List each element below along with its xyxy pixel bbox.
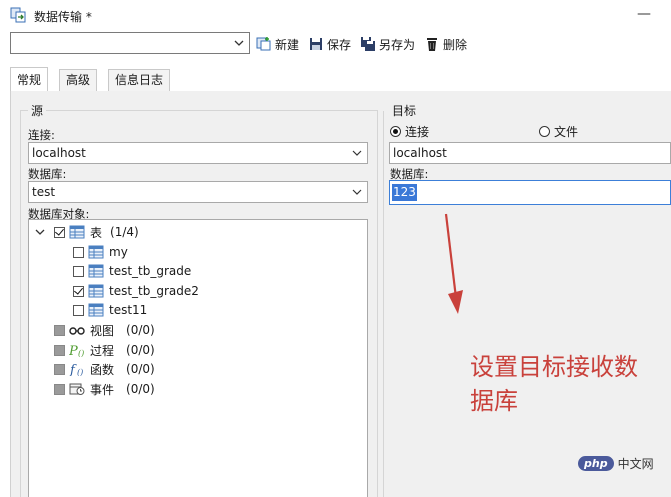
svg-text:(): () [77, 368, 83, 376]
table-icon [88, 245, 104, 259]
functions-label: 函数 [90, 362, 115, 377]
views-label: 视图 [90, 323, 115, 338]
annotation-line: 设置目标接收数 [470, 353, 638, 381]
procedures-checkbox[interactable] [54, 344, 65, 356]
target-file-radio-label: 文件 [554, 125, 579, 139]
source-title: 源 [28, 102, 47, 119]
source-connection-value: localhost [32, 146, 86, 160]
tree-node-procedures[interactable]: P() 过程 (0/0) [54, 341, 155, 359]
save-label: 保存 [327, 37, 352, 52]
table-icon [69, 225, 85, 239]
collapse-chevron-icon[interactable] [34, 226, 46, 238]
function-icon: f() [69, 363, 83, 376]
tree-item-table[interactable]: test11 [73, 301, 147, 319]
tab-bar: 常规 高级 信息日志 [10, 67, 671, 92]
tables-checkbox[interactable] [54, 226, 65, 238]
events-checkbox[interactable] [54, 383, 65, 395]
new-icon [256, 37, 271, 51]
tree-item-table[interactable]: test_tb_grade2 [73, 282, 199, 300]
save-as-button[interactable]: 另存为 [360, 34, 415, 54]
views-count: (0/0) [126, 323, 155, 337]
tree-node-events[interactable]: 事件 (0/0) [54, 380, 155, 398]
tree-node-functions[interactable]: f() 函数 (0/0) [54, 360, 155, 378]
table-icon [88, 303, 104, 317]
target-connection-radio[interactable]: 连接 [390, 123, 429, 140]
target-file-radio[interactable]: 文件 [539, 123, 578, 140]
tables-label: 表 [90, 225, 103, 240]
tree-item-table[interactable]: test_tb_grade [73, 262, 191, 280]
svg-text:f: f [69, 363, 77, 376]
source-database-value: test [32, 185, 56, 199]
data-transfer-app-icon [10, 7, 26, 23]
delete-button[interactable]: 删除 [424, 34, 467, 54]
table-name: test11 [109, 303, 148, 317]
target-title: 目标 [392, 102, 417, 119]
watermark: php 中文网 [578, 455, 654, 472]
table-name: my [109, 245, 128, 259]
save-icon [310, 38, 322, 50]
window-title: 数据传输 * [34, 10, 92, 24]
watermark-badge: php [578, 456, 614, 471]
tables-count: (1/4) [110, 225, 139, 239]
table-checkbox[interactable] [73, 246, 84, 258]
source-connection-select[interactable]: localhost [28, 142, 368, 164]
procedure-icon: P() [69, 344, 84, 357]
trash-icon [427, 38, 437, 51]
radio-button-unchecked[interactable] [539, 126, 550, 137]
procedures-label: 过程 [90, 343, 115, 358]
functions-count: (0/0) [126, 362, 155, 376]
tree-node-views[interactable]: 视图 (0/0) [54, 321, 155, 339]
glasses-icon [69, 327, 85, 335]
target-database-input[interactable]: 123 [389, 180, 671, 205]
watermark-text: 中文网 [617, 457, 654, 471]
table-checkbox[interactable] [73, 304, 84, 316]
save-as-icon [361, 37, 375, 51]
events-label: 事件 [90, 382, 115, 397]
title-bar [0, 0, 671, 30]
table-checkbox[interactable] [73, 285, 84, 297]
minimize-button[interactable]: — [633, 4, 655, 24]
radio-button-checked[interactable] [390, 126, 401, 137]
tab-message-log[interactable]: 信息日志 [108, 69, 171, 91]
tree-node-tables[interactable]: 表 (1/4) [34, 223, 139, 241]
chevron-down-icon [234, 40, 244, 46]
tab-general[interactable]: 常规 [10, 67, 49, 92]
new-label: 新建 [275, 37, 300, 52]
target-connection-radio-label: 连接 [405, 125, 430, 139]
table-name: test_tb_grade [109, 264, 192, 278]
save-as-label: 另存为 [379, 37, 416, 52]
table-icon [88, 264, 104, 278]
target-group-border [383, 111, 384, 497]
annotation-line: 据库 [470, 387, 518, 415]
source-database-label: 数据库: [28, 167, 67, 181]
profile-dropdown[interactable] [10, 32, 250, 54]
functions-checkbox[interactable] [54, 363, 65, 375]
source-connection-label: 连接: [28, 128, 55, 142]
target-connection-value: localhost [393, 146, 447, 160]
delete-label: 删除 [443, 37, 468, 52]
toolbar: 新建 保存 另存为 删除 [0, 30, 671, 60]
views-checkbox[interactable] [54, 324, 65, 336]
annotation-arrow [444, 213, 463, 314]
target-database-value: 123 [392, 184, 417, 201]
table-checkbox[interactable] [73, 265, 84, 277]
target-connection-select[interactable]: localhost [389, 142, 671, 164]
svg-text:(): () [78, 349, 84, 357]
table-name: test_tb_grade2 [109, 284, 199, 298]
save-button[interactable]: 保存 [308, 34, 351, 54]
tree-item-table[interactable]: my [73, 243, 128, 261]
calendar-clock-icon [69, 383, 85, 395]
events-count: (0/0) [126, 382, 155, 396]
table-icon [88, 284, 104, 298]
chevron-down-icon [352, 189, 362, 195]
annotation-text: 设置目标接收数 据库 [470, 350, 670, 418]
chevron-down-icon [352, 150, 362, 156]
procedures-count: (0/0) [126, 343, 155, 357]
svg-text:P: P [69, 344, 78, 357]
source-database-select[interactable]: test [28, 181, 368, 203]
new-button[interactable]: 新建 [256, 34, 299, 54]
tab-advanced[interactable]: 高级 [59, 69, 98, 91]
